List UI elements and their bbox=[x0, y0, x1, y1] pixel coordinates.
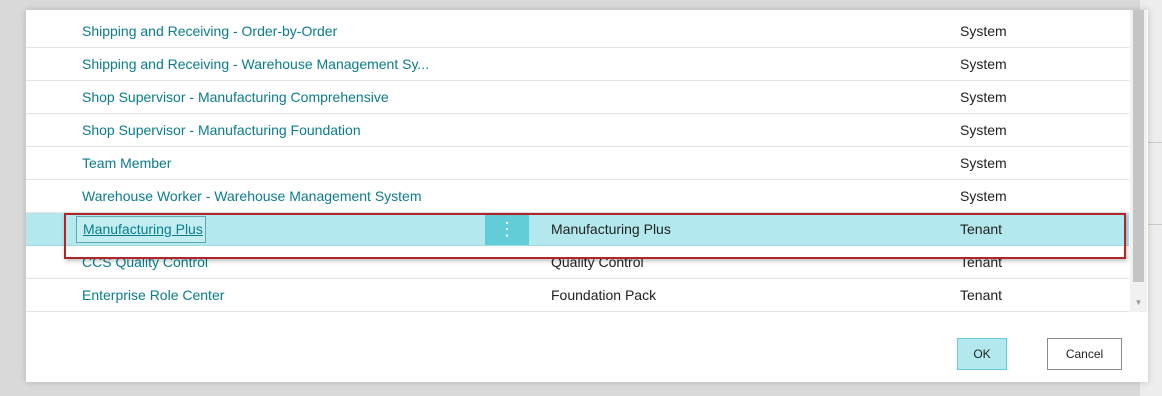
profile-description: Manufacturing Plus bbox=[551, 221, 671, 237]
table-row[interactable]: CCS Quality Control Quality Control Tena… bbox=[26, 246, 1129, 279]
profile-scope: System bbox=[960, 188, 1007, 204]
profile-scope: System bbox=[960, 122, 1007, 138]
profile-scope: Tenant bbox=[960, 254, 1003, 270]
table-row-selected[interactable]: Manufacturing Plus ⋮ Manufacturing Plus … bbox=[26, 213, 1129, 246]
vertical-scrollbar[interactable]: ▼ bbox=[1130, 10, 1147, 312]
profile-name-link[interactable]: Shipping and Receiving - Warehouse Manag… bbox=[82, 48, 429, 81]
row-actions-menu-icon[interactable]: ⋮ bbox=[485, 213, 529, 245]
table-row[interactable]: Shop Supervisor - Manufacturing Foundati… bbox=[26, 114, 1129, 147]
table-row[interactable]: Warehouse Worker - Warehouse Management … bbox=[26, 180, 1129, 213]
table-row[interactable]: Shipping and Receiving - Order-by-Order … bbox=[26, 15, 1129, 48]
table-row[interactable]: Team Member System bbox=[26, 147, 1129, 180]
profile-scope: System bbox=[960, 23, 1007, 39]
profile-scope: System bbox=[960, 56, 1007, 72]
table-row[interactable]: Enterprise Role Center Foundation Pack T… bbox=[26, 279, 1129, 312]
profile-scope: Tenant bbox=[960, 287, 1003, 303]
table-row[interactable]: Shipping and Receiving - Warehouse Manag… bbox=[26, 48, 1129, 81]
profile-name-link[interactable]: Team Member bbox=[82, 147, 171, 180]
profile-scope: System bbox=[960, 155, 1007, 171]
profile-name-link[interactable]: Shop Supervisor - Manufacturing Foundati… bbox=[82, 114, 361, 147]
profile-list: Shipping and Receiving - Order-by-Order … bbox=[26, 10, 1129, 312]
profile-name-link[interactable]: Manufacturing Plus bbox=[76, 216, 206, 243]
ok-button[interactable]: OK bbox=[957, 338, 1007, 370]
profile-name-link[interactable]: CCS Quality Control bbox=[82, 246, 208, 279]
profile-name-link[interactable]: Enterprise Role Center bbox=[82, 279, 224, 312]
cancel-button[interactable]: Cancel bbox=[1047, 338, 1122, 370]
profile-name-link[interactable]: Shipping and Receiving - Order-by-Order bbox=[82, 15, 337, 48]
scrollbar-thumb[interactable] bbox=[1133, 10, 1144, 282]
profile-lookup-dialog: Shipping and Receiving - Order-by-Order … bbox=[26, 10, 1148, 382]
profile-description: Quality Control bbox=[551, 254, 644, 270]
profile-name-link[interactable]: Warehouse Worker - Warehouse Management … bbox=[82, 180, 422, 213]
scroll-down-arrow-icon[interactable]: ▼ bbox=[1130, 296, 1147, 310]
profile-scope: Tenant bbox=[960, 221, 1003, 237]
profile-name-link[interactable]: Shop Supervisor - Manufacturing Comprehe… bbox=[82, 81, 389, 114]
profile-scope: System bbox=[960, 89, 1007, 105]
table-row[interactable]: Shop Supervisor - Manufacturing Comprehe… bbox=[26, 81, 1129, 114]
profile-description: Foundation Pack bbox=[551, 287, 657, 303]
